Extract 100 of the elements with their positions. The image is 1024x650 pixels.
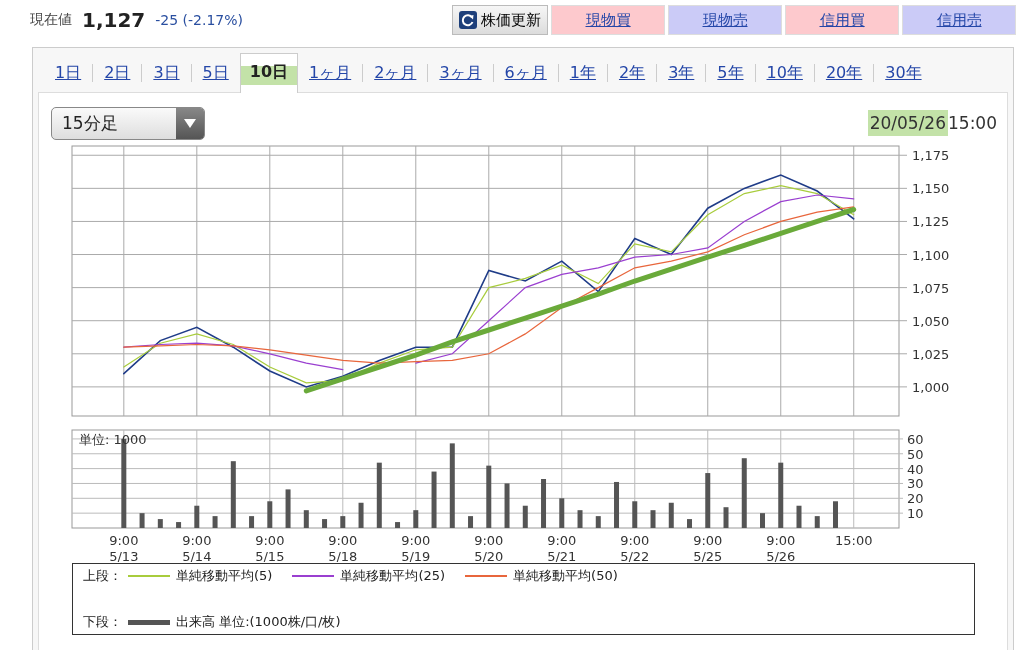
unit-label: 単位: 1000 xyxy=(79,432,147,447)
axis-label: 60 xyxy=(907,431,924,447)
period-tab[interactable]: 2年 xyxy=(607,56,657,90)
volume-bar xyxy=(230,461,236,528)
legend-swatch xyxy=(128,574,170,578)
volume-bar xyxy=(249,516,255,528)
volume-bar xyxy=(650,510,656,528)
period-tab[interactable]: 30年 xyxy=(874,56,933,90)
price-label: 現在値 xyxy=(30,11,72,29)
refresh-icon xyxy=(459,11,477,29)
period-tab[interactable]: 3年 xyxy=(657,56,706,90)
axis-label: 1,000 xyxy=(912,379,950,395)
volume-bar xyxy=(486,465,492,528)
volume-bar xyxy=(668,502,674,528)
period-tab[interactable]: 10日 xyxy=(239,53,298,93)
legend-text: 出来高 単位:(1000株/口/枚) xyxy=(176,613,341,631)
period-tab[interactable]: 5年 xyxy=(706,56,755,90)
volume-bar xyxy=(395,522,401,528)
legend-swatch xyxy=(128,619,170,625)
axis-label: 1,100 xyxy=(912,247,950,263)
volume-bar xyxy=(413,510,419,528)
axis-label: 9:00 5/15 xyxy=(255,533,285,562)
volume-bar xyxy=(358,502,364,528)
axis-label: 9:00 5/26 xyxy=(766,533,796,562)
axis-label: 40 xyxy=(907,461,924,477)
volume-bar xyxy=(814,516,820,528)
refresh-button[interactable]: 株価更新 xyxy=(452,5,548,35)
current-price: 1,127 xyxy=(82,8,146,32)
volume-bar xyxy=(139,513,145,528)
trade-button[interactable]: 現物売 xyxy=(668,5,782,35)
volume-bar xyxy=(632,501,638,528)
period-tab[interactable]: 2日 xyxy=(93,56,142,90)
volume-bar xyxy=(157,519,163,528)
axis-label: 1,125 xyxy=(912,214,950,230)
period-tab[interactable]: 10年 xyxy=(755,56,814,90)
axis-label: 1,150 xyxy=(912,181,950,197)
trade-button[interactable]: 信用売 xyxy=(902,5,1016,35)
price-change: -25 (-2.17%) xyxy=(155,12,244,28)
axis-label: 9:00 5/14 xyxy=(182,533,212,562)
volume-bar xyxy=(541,479,547,528)
volume-bar xyxy=(176,522,182,528)
volume-bar xyxy=(431,471,437,528)
axis-label: 9:00 5/21 xyxy=(547,533,577,562)
legend-text: 単純移動平均(5) xyxy=(176,567,273,585)
volume-bar xyxy=(778,462,784,528)
axis-label: 30 xyxy=(907,476,924,492)
volume-bar xyxy=(559,498,565,528)
period-tab[interactable]: 1年 xyxy=(558,56,607,90)
volume-bar xyxy=(577,510,583,528)
period-tab[interactable]: 1日 xyxy=(44,56,93,90)
volume-bar xyxy=(833,501,838,528)
legend-label: 上段： xyxy=(83,567,122,585)
legend-swatch xyxy=(292,574,335,578)
axis-label: 9:00 5/20 xyxy=(474,533,504,562)
trade-button[interactable]: 現物買 xyxy=(551,5,665,35)
axis-label: 9:00 5/22 xyxy=(620,533,650,562)
volume-bar xyxy=(468,516,474,528)
period-tab[interactable]: 2ヶ月 xyxy=(363,56,428,90)
period-tab[interactable]: 3ヶ月 xyxy=(428,56,493,90)
volume-bar xyxy=(285,489,291,528)
axis-label: 50 xyxy=(907,446,924,462)
volume-bar xyxy=(614,481,619,528)
volume-bar xyxy=(687,519,692,528)
volume-bar xyxy=(522,505,528,528)
legend-text: 単純移動平均(25) xyxy=(340,567,446,585)
caret-icon xyxy=(184,119,196,128)
legend-swatch xyxy=(465,574,508,578)
axis-label: 1,025 xyxy=(912,346,950,362)
legend-text: 単純移動平均(50) xyxy=(513,567,618,585)
volume-bar xyxy=(723,507,729,528)
axis-label: 1,175 xyxy=(912,148,950,164)
axis-label: 9:00 5/18 xyxy=(328,533,358,562)
legend-label: 下段： xyxy=(83,613,122,631)
volume-bar xyxy=(760,513,765,528)
axis-label: 10 xyxy=(907,506,924,522)
period-tab[interactable]: 5日 xyxy=(191,56,240,90)
volume-bar xyxy=(595,516,601,528)
axis-label: 1,050 xyxy=(912,313,950,329)
axis-label: 9:00 5/13 xyxy=(109,533,139,562)
volume-bar xyxy=(303,510,309,528)
volume-bar xyxy=(705,473,711,528)
period-tab[interactable]: 1ヶ月 xyxy=(298,56,363,90)
axis-label: 20 xyxy=(907,491,924,507)
volume-bar xyxy=(212,516,218,528)
period-tab[interactable]: 6ヶ月 xyxy=(493,56,558,90)
volume-bar xyxy=(796,505,802,528)
volume-bar xyxy=(267,501,273,528)
volume-bar xyxy=(376,462,382,528)
volume-bar xyxy=(741,458,747,528)
axis-label: 15:00 xyxy=(835,533,873,548)
trade-button[interactable]: 信用買 xyxy=(785,5,899,35)
period-tab[interactable]: 3日 xyxy=(142,56,191,90)
volume-bar xyxy=(340,516,346,528)
interval-dropdown[interactable]: 15分足 xyxy=(51,107,205,140)
volume-bar xyxy=(322,519,328,528)
volume-bar xyxy=(504,483,510,528)
period-tab[interactable]: 20年 xyxy=(814,56,874,90)
timestamp-time: 15:00 xyxy=(948,112,997,133)
axis-label: 9:00 5/25 xyxy=(693,533,723,562)
axis-label: 1,075 xyxy=(912,280,950,296)
